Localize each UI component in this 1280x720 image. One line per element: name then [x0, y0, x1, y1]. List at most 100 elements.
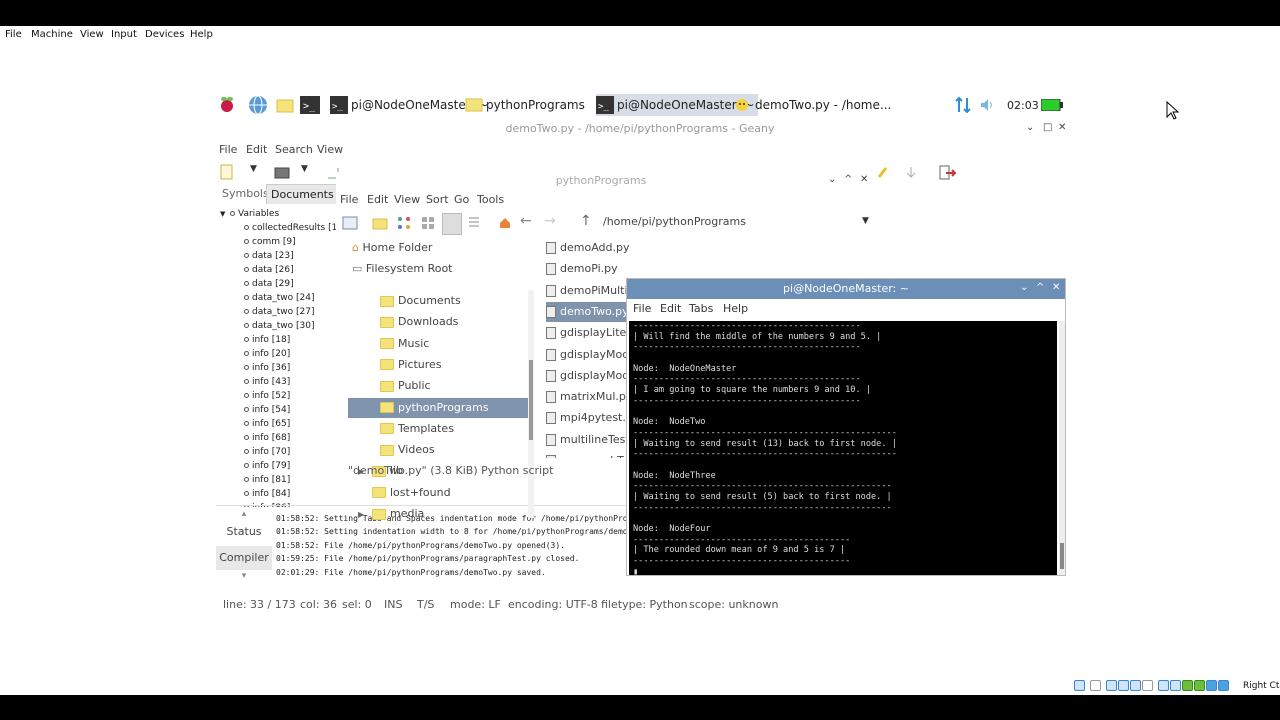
- tab-symbols[interactable]: Symbols: [218, 184, 273, 204]
- file-item[interactable]: paragraphTes: [546, 451, 634, 458]
- file-item[interactable]: demoTwo.py: [546, 301, 634, 322]
- geany-menu-view[interactable]: View: [317, 143, 343, 156]
- minimize-icon[interactable]: ⌄: [1020, 282, 1028, 293]
- battery-icon[interactable]: [1041, 94, 1063, 116]
- new-window-icon[interactable]: [342, 216, 358, 230]
- volume-icon[interactable]: [979, 94, 995, 116]
- chevron-down-icon[interactable]: ▾: [216, 570, 272, 582]
- home-icon[interactable]: [498, 216, 512, 230]
- folder-item[interactable]: Music: [348, 334, 528, 354]
- vbox-menu-help[interactable]: Help: [190, 29, 213, 40]
- vbox-menu-machine[interactable]: Machine: [31, 29, 73, 40]
- fm-menu-tools[interactable]: Tools: [477, 193, 504, 206]
- tab-compiler[interactable]: Compiler: [216, 546, 272, 570]
- tree-item[interactable]: info [43]: [218, 375, 342, 389]
- geany-menu-file[interactable]: File: [219, 143, 237, 156]
- geany-menu-search[interactable]: Search: [275, 143, 313, 156]
- place-home[interactable]: ⌂ Home Folder: [352, 238, 432, 258]
- maximize-icon[interactable]: □: [1043, 122, 1052, 133]
- file-item[interactable]: demoPiMulti.: [546, 281, 634, 301]
- fm-menu-view[interactable]: View: [394, 193, 420, 206]
- optical-icon[interactable]: [1090, 680, 1101, 691]
- list-view-icon[interactable]: [466, 215, 482, 231]
- scrollbar[interactable]: [528, 290, 534, 518]
- audio-icon[interactable]: [1106, 680, 1117, 691]
- file-item[interactable]: matrixMul.py: [546, 387, 634, 407]
- mouse-integration-icon[interactable]: [1194, 680, 1205, 691]
- tree-item[interactable]: collectedResults [140: [218, 221, 342, 235]
- folder-item[interactable]: Public: [348, 376, 528, 396]
- tree-item[interactable]: info [68]: [218, 431, 342, 445]
- folder-item[interactable]: Videos: [348, 440, 528, 460]
- new-folder-icon[interactable]: [372, 216, 388, 230]
- jump-icon[interactable]: [904, 166, 918, 180]
- folder-item[interactable]: Documents: [348, 291, 528, 311]
- place-filesystem[interactable]: ▭ Filesystem Root: [352, 259, 453, 279]
- tree-item[interactable]: comm [9]: [218, 235, 342, 249]
- taskbar-geany[interactable]: demoTwo.py - /home...: [734, 94, 891, 116]
- tab-documents[interactable]: Documents: [266, 184, 339, 204]
- clock[interactable]: 02:03: [1007, 94, 1039, 116]
- back-arrow-icon[interactable]: ←: [520, 213, 532, 229]
- tree-item[interactable]: data [23]: [218, 249, 342, 263]
- vbox-menu-file[interactable]: File: [5, 29, 22, 40]
- tree-item[interactable]: info [84]: [218, 487, 342, 501]
- cpu-icon[interactable]: [1182, 680, 1193, 691]
- file-item[interactable]: mpi4pytest.py: [546, 408, 634, 428]
- tree-node-variables[interactable]: ▼ Variables: [218, 207, 342, 221]
- tree-item[interactable]: info [65]: [218, 417, 342, 431]
- term-menu-file[interactable]: File: [633, 302, 651, 315]
- shared-folders-icon[interactable]: [1142, 680, 1153, 691]
- network-icon[interactable]: [954, 94, 972, 116]
- folder-item[interactable]: Pictures: [348, 355, 528, 375]
- terminal-launcher-icon[interactable]: >_: [300, 94, 320, 116]
- file-item[interactable]: multilineTest.p: [546, 430, 634, 450]
- arrow-down-icon[interactable]: [1218, 680, 1229, 691]
- minimize-icon[interactable]: ⌄: [828, 174, 836, 185]
- browser-icon[interactable]: [248, 94, 268, 116]
- file-manager-launcher-icon[interactable]: [276, 94, 294, 116]
- compact-view-icon[interactable]: [442, 213, 462, 235]
- fm-menu-file[interactable]: File: [340, 193, 358, 206]
- path-input[interactable]: /home/pi/pythonPrograms: [603, 215, 746, 228]
- file-item[interactable]: demoPi.py: [546, 259, 634, 279]
- recording-icon[interactable]: [1170, 680, 1181, 691]
- tree-item[interactable]: info [18]: [218, 333, 342, 347]
- tree-item[interactable]: info [79]: [218, 459, 342, 473]
- scrollbar-thumb[interactable]: [529, 360, 533, 440]
- file-item[interactable]: demoAdd.py: [546, 238, 634, 258]
- tree-item[interactable]: info [36]: [218, 361, 342, 375]
- taskbar-filemanager[interactable]: pythonPrograms: [465, 94, 585, 116]
- icon-view-icon[interactable]: [396, 215, 412, 231]
- fm-menu-edit[interactable]: Edit: [367, 193, 388, 206]
- chevron-down-icon[interactable]: ▼: [301, 164, 308, 174]
- vbox-menu-devices[interactable]: Devices: [145, 29, 184, 40]
- scrollbar[interactable]: [1059, 321, 1065, 575]
- usb-icon[interactable]: [1130, 680, 1141, 691]
- term-menu-edit[interactable]: Edit: [660, 302, 681, 315]
- term-menu-help[interactable]: Help: [723, 302, 748, 315]
- file-item[interactable]: gdisplayMod.: [546, 345, 634, 365]
- up-arrow-icon[interactable]: ↑: [580, 213, 592, 229]
- tree-item[interactable]: info [52]: [218, 389, 342, 403]
- close-icon[interactable]: ✕: [1058, 122, 1066, 133]
- thumbnail-view-icon[interactable]: [420, 215, 436, 231]
- vbox-menu-input[interactable]: Input: [111, 29, 137, 40]
- folder-item[interactable]: ▶ media: [348, 504, 528, 524]
- network-adapter-icon[interactable]: [1118, 680, 1129, 691]
- close-icon[interactable]: ✕: [1052, 282, 1060, 293]
- terminal-output[interactable]: ----------------------------------------…: [629, 321, 1057, 575]
- brush-icon[interactable]: [876, 164, 892, 180]
- expander-icon[interactable]: ▶: [358, 505, 372, 525]
- expander-icon[interactable]: ▼: [220, 207, 230, 221]
- tree-item[interactable]: info [20]: [218, 347, 342, 361]
- new-file-icon[interactable]: [220, 164, 234, 180]
- tree-item[interactable]: data [26]: [218, 263, 342, 277]
- folder-item[interactable]: pythonPrograms: [348, 397, 528, 418]
- file-item[interactable]: gdisplayMod.: [546, 366, 634, 386]
- tree-item[interactable]: info [70]: [218, 445, 342, 459]
- maximize-icon[interactable]: ^: [844, 174, 852, 185]
- folder-item[interactable]: lost+found: [348, 483, 528, 503]
- display-icon[interactable]: [1158, 680, 1169, 691]
- keyboard-icon[interactable]: [1206, 680, 1217, 691]
